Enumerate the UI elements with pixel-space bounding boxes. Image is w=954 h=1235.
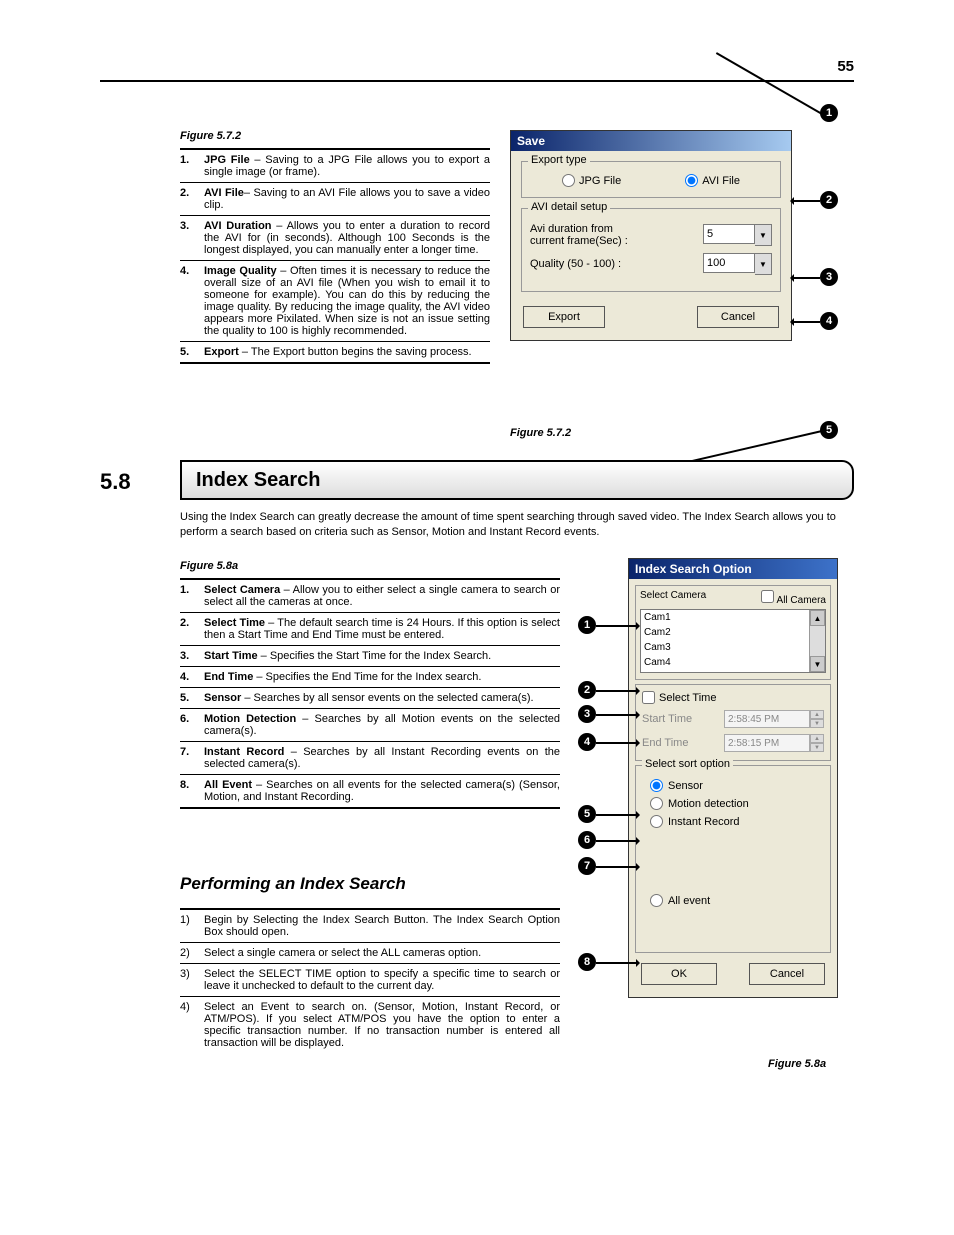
sensor-label: Sensor	[668, 780, 703, 792]
chevron-down-icon[interactable]: ▼	[755, 224, 772, 246]
scroll-up-icon[interactable]: ▲	[810, 610, 825, 626]
callout-1-line	[716, 52, 823, 115]
list-item: 3.Start Time – Specifies the Start Time …	[180, 645, 560, 666]
instant-label: Instant Record	[668, 816, 740, 828]
list-item: 7.Instant Record – Searches by all Insta…	[180, 741, 560, 774]
callout-3: 3	[820, 268, 838, 286]
end-time-spin[interactable]: ▲▼	[810, 734, 824, 752]
all-event-label: All event	[668, 895, 710, 907]
end-time-input[interactable]	[724, 734, 810, 752]
export-button[interactable]: Export	[523, 306, 605, 328]
motion-label: Motion detection	[668, 798, 749, 810]
figure-5-7-2-label: Figure 5.7.2	[180, 130, 241, 142]
list-item: 1.Select Camera – Allow you to either se…	[180, 578, 560, 612]
quality-combo[interactable]: ▼	[703, 253, 772, 275]
all-camera-label: All Camera	[777, 595, 826, 606]
start-time-input[interactable]	[724, 710, 810, 728]
list-item: 8.All Event – Searches on all events for…	[180, 774, 560, 809]
figure-5-7-2-caption: Figure 5.7.2	[510, 427, 571, 439]
ok-button[interactable]: OK	[641, 963, 717, 985]
camera-list[interactable]: Cam1Cam2Cam3Cam4 ▲▼	[640, 609, 826, 673]
list-item: 3)Select the SELECT TIME option to speci…	[180, 963, 560, 996]
callout-3-line	[792, 277, 820, 279]
list-item: 1)Begin by Selecting the Index Search Bu…	[180, 908, 560, 942]
chevron-down-icon[interactable]: ▼	[755, 253, 772, 275]
duration-input[interactable]	[703, 224, 755, 244]
jpg-file-label: JPG File	[579, 175, 621, 187]
scroll-down-icon[interactable]: ▼	[810, 656, 825, 672]
section-number: 5.8	[100, 469, 131, 495]
instant-radio[interactable]: Instant Record	[650, 815, 816, 828]
export-type-group: Export type JPG File AVI File	[521, 161, 781, 198]
all-event-radio[interactable]: All event	[650, 894, 816, 907]
avi-detail-group: AVI detail setup Avi duration from curre…	[521, 208, 781, 292]
select-time-label: Select Time	[659, 692, 716, 704]
end-time-label: End Time	[642, 737, 688, 749]
camera-item[interactable]: Cam1	[641, 610, 809, 625]
list-item: 2.Select Time – The default search time …	[180, 612, 560, 645]
duration-combo[interactable]: ▼	[703, 224, 772, 246]
list-item: 5.Export – The Export button begins the …	[180, 341, 490, 364]
list-item: 5.Sensor – Searches by all sensor events…	[180, 687, 560, 708]
performing-steps: 1)Begin by Selecting the Index Search Bu…	[180, 908, 560, 1053]
camera-item[interactable]: Cam3	[641, 640, 809, 655]
jpg-file-radio[interactable]: JPG File	[562, 174, 621, 187]
callout-1: 1	[820, 104, 838, 122]
quality-input[interactable]	[703, 253, 755, 273]
sort-option-group: Select sort option Sensor Motion detecti…	[635, 765, 831, 953]
page-number: 55	[837, 58, 854, 75]
list-item: 3.AVI Duration – Allows you to enter a d…	[180, 215, 490, 260]
sensor-radio[interactable]: Sensor	[650, 779, 816, 792]
avi-file-radio[interactable]: AVI File	[685, 174, 740, 187]
sort-option-label: Select sort option	[642, 758, 733, 770]
figure-5-8a-caption: Figure 5.8a	[768, 1058, 826, 1070]
callout-4-line	[792, 321, 820, 323]
list-item: 4)Select an Event to search on. (Sensor,…	[180, 996, 560, 1053]
avi-detail-label: AVI detail setup	[528, 201, 610, 213]
save-dialog: Save Export type JPG File AVI File AVI d…	[510, 130, 792, 341]
avi-file-label: AVI File	[702, 175, 740, 187]
section-header: Index Search	[180, 460, 854, 500]
all-camera-checkbox[interactable]: All Camera	[761, 590, 826, 606]
cancel-button[interactable]: Cancel	[697, 306, 779, 328]
list-item: 1.JPG File – Saving to a JPG File allows…	[180, 148, 490, 182]
motion-radio[interactable]: Motion detection	[650, 797, 816, 810]
rule-top	[100, 80, 854, 82]
figure-5-8a-label: Figure 5.8a	[180, 560, 238, 572]
list-item: 2.AVI File– Saving to an AVI File allows…	[180, 182, 490, 215]
camera-item[interactable]: Cam2	[641, 625, 809, 640]
start-time-label: Start Time	[642, 713, 692, 725]
scrollbar[interactable]: ▲▼	[809, 610, 825, 672]
select-camera-label: Select Camera	[640, 590, 706, 606]
duration-label: Avi duration from current frame(Sec) :	[530, 223, 650, 247]
start-time-spin[interactable]: ▲▼	[810, 710, 824, 728]
figure-5-7-2-list: 1.JPG File – Saving to a JPG File allows…	[180, 148, 490, 364]
index-search-title: Index Search Option	[629, 559, 837, 579]
list-item: 2)Select a single camera or select the A…	[180, 942, 560, 963]
save-dialog-title: Save	[511, 131, 791, 151]
camera-item[interactable]: Cam4	[641, 655, 809, 670]
export-type-label: Export type	[528, 154, 590, 166]
select-time-group: Select Time Start Time ▲▼ End Time ▲▼	[635, 684, 831, 761]
index-search-dialog: Index Search Option Select Camera All Ca…	[628, 558, 838, 998]
list-item: 6.Motion Detection – Searches by all Mot…	[180, 708, 560, 741]
select-camera-group: Select Camera All Camera Cam1Cam2Cam3Cam…	[635, 585, 831, 680]
cancel-button[interactable]: Cancel	[749, 963, 825, 985]
callout-4: 4	[820, 312, 838, 330]
section-title: Index Search	[196, 469, 321, 492]
quality-label: Quality (50 - 100) :	[530, 258, 650, 270]
performing-title: Performing an Index Search	[180, 874, 406, 894]
figure-5-8a-list: 1.Select Camera – Allow you to either se…	[180, 578, 560, 809]
callout-5: 5	[820, 421, 838, 439]
section-intro: Using the Index Search can greatly decre…	[180, 510, 854, 540]
callout-2-line	[792, 200, 820, 202]
select-time-checkbox[interactable]: Select Time	[642, 691, 824, 704]
list-item: 4.End Time – Specifies the End Time for …	[180, 666, 560, 687]
list-item: 4.Image Quality – Often times it is nece…	[180, 260, 490, 341]
callout-2: 2	[820, 191, 838, 209]
